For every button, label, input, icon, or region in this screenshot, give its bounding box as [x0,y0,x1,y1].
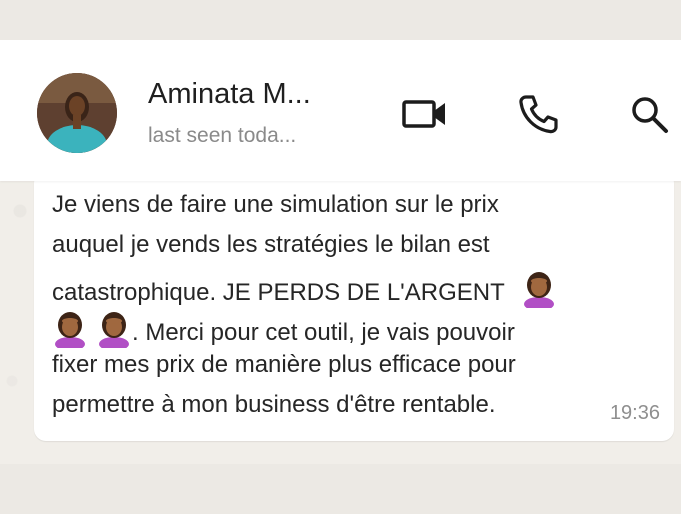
message-line: Je viens de faire une simulation sur le … [52,191,499,218]
avatar-photo [37,73,117,153]
woman-facepalming-emoji [55,312,85,348]
contact-name[interactable]: Aminata M... [148,78,311,111]
phone-icon[interactable] [518,94,558,134]
woman-facepalming-emoji [99,312,129,348]
message-timestamp: 19:36 [609,402,660,424]
message-line-text: . Merci pour cet outil, je vais pouvoir [132,319,515,346]
message-line: permettre à mon business d'être rentable… [52,391,496,418]
video-camera-icon[interactable] [402,98,448,130]
contact-avatar[interactable] [37,73,117,153]
message-line-with-emoji: catastrophique. JE PERDS DE L'ARGENT [52,270,557,308]
message-line-text: catastrophique. JE PERDS DE L'ARGENT [52,279,505,306]
message-line: auquel je vends les stratégies le bilan … [52,231,490,258]
incoming-message-bubble[interactable]: Je viens de faire une simulation sur le … [34,171,674,441]
message-line-with-emoji: . Merci pour cet outil, je vais pouvoir [52,310,515,348]
chat-screen: Aminata M... last seen toda... Je viens … [0,40,681,464]
search-icon[interactable] [630,95,670,135]
chat-header: Aminata M... last seen toda... [0,40,681,181]
woman-facepalming-emoji [524,272,554,308]
message-line: fixer mes prix de manière plus efficace … [52,351,516,378]
last-seen-status: last seen toda... [148,124,297,147]
chat-messages-area[interactable]: Je viens de faire une simulation sur le … [0,171,681,464]
